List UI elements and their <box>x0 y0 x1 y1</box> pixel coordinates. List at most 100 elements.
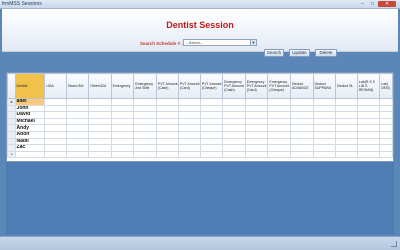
grid-cell[interactable] <box>44 117 67 126</box>
grid-cell[interactable] <box>335 98 358 106</box>
column-header[interactable]: PVT Amount (Cheque) <box>199 73 224 99</box>
grid-cell[interactable] <box>267 137 292 146</box>
grid-cell[interactable] <box>222 111 246 119</box>
table-row[interactable]: John <box>7 104 393 113</box>
grid-cell[interactable] <box>133 98 157 106</box>
row-header[interactable] <box>7 144 16 152</box>
grid-cell[interactable] <box>110 124 135 132</box>
grid-cell[interactable] <box>155 130 179 139</box>
grid-cell[interactable] <box>356 144 381 152</box>
grid-cell[interactable] <box>155 150 179 159</box>
grid-cell[interactable] <box>290 111 314 119</box>
table-row[interactable]: Andy <box>7 124 393 132</box>
resize-grip-icon[interactable] <box>391 241 397 247</box>
grid-cell[interactable] <box>110 117 135 126</box>
row-header[interactable] <box>7 137 16 146</box>
grid-cell[interactable] <box>88 104 112 113</box>
grid-cell[interactable] <box>267 144 292 152</box>
grid-cell[interactable] <box>88 137 112 146</box>
grid-cell[interactable] <box>312 117 337 126</box>
table-row[interactable]: ▸ adel <box>7 98 393 106</box>
column-header[interactable]: Emergency <box>110 73 135 99</box>
grid-cell[interactable] <box>44 137 67 146</box>
grid-cell[interactable] <box>110 111 135 119</box>
grid-cell[interactable] <box>88 111 112 119</box>
grid-cell[interactable] <box>290 104 314 113</box>
session-grid[interactable]: Dentist UDA DeanUDA OtherUDA Emergency Emerge… <box>6 72 394 162</box>
grid-cell[interactable] <box>267 124 292 132</box>
grid-cell[interactable] <box>44 130 67 139</box>
column-header[interactable]: Deduct SL <box>335 73 358 99</box>
row-header[interactable] <box>7 104 16 113</box>
grid-cell[interactable] <box>312 150 337 159</box>
dentist-cell[interactable]: John <box>14 104 46 113</box>
grid-cell[interactable] <box>379 137 393 146</box>
grid-cell[interactable] <box>379 130 393 139</box>
grid-cell[interactable] <box>44 111 67 119</box>
grid-cell[interactable] <box>379 150 393 159</box>
grid-cell[interactable] <box>312 111 337 119</box>
column-header[interactable]: UDA <box>44 73 67 99</box>
grid-cell[interactable] <box>177 117 201 126</box>
table-row[interactable]: Michael <box>7 117 393 126</box>
grid-cell[interactable] <box>335 124 358 132</box>
column-header[interactable]: Emergency PVT Amount (Cheque) <box>267 73 292 99</box>
grid-cell[interactable] <box>335 111 358 119</box>
grid-cell[interactable] <box>356 111 381 119</box>
grid-cell[interactable] <box>335 150 358 159</box>
grid-cell[interactable] <box>267 104 292 113</box>
grid-cell[interactable] <box>110 150 135 159</box>
grid-cell[interactable] <box>65 130 90 139</box>
grid-corner[interactable] <box>7 73 16 99</box>
grid-cell[interactable] <box>155 104 179 113</box>
grid-cell[interactable] <box>133 130 157 139</box>
row-header[interactable] <box>7 130 16 139</box>
grid-cell[interactable] <box>312 98 337 106</box>
grid-cell[interactable] <box>155 117 179 126</box>
grid-cell[interactable] <box>177 150 201 159</box>
grid-cell[interactable] <box>65 144 90 152</box>
grid-cell[interactable] <box>110 144 135 152</box>
grid-cell[interactable] <box>267 117 292 126</box>
grid-cell[interactable] <box>244 130 269 139</box>
grid-cell[interactable] <box>65 124 90 132</box>
grid-cell[interactable] <box>199 130 224 139</box>
grid-cell[interactable] <box>379 111 393 119</box>
grid-cell[interactable] <box>267 150 292 159</box>
dentist-cell[interactable]: Adolf <box>14 130 46 139</box>
grid-cell[interactable] <box>199 150 224 159</box>
grid-cell[interactable] <box>290 117 314 126</box>
grid-cell[interactable] <box>199 104 224 113</box>
dentist-cell[interactable]: Andy <box>14 124 46 132</box>
column-header[interactable]: Dentist <box>14 73 46 99</box>
grid-cell[interactable] <box>379 104 393 113</box>
grid-cell[interactable] <box>177 130 201 139</box>
grid-cell[interactable] <box>155 144 179 152</box>
grid-cell[interactable] <box>110 98 135 106</box>
grid-cell[interactable] <box>44 124 67 132</box>
grid-cell[interactable] <box>356 130 381 139</box>
grid-cell[interactable] <box>88 144 112 152</box>
grid-cell[interactable] <box>379 117 393 126</box>
grid-cell[interactable] <box>312 124 337 132</box>
grid-cell[interactable] <box>155 111 179 119</box>
dentist-cell[interactable]: Nabil <box>14 137 46 146</box>
grid-cell[interactable] <box>244 124 269 132</box>
table-row[interactable]: Nabil <box>7 137 393 146</box>
grid-cell[interactable] <box>199 117 224 126</box>
row-header[interactable] <box>7 117 16 126</box>
column-header[interactable]: Deduct SUPPARA <box>312 73 337 99</box>
grid-cell[interactable] <box>356 124 381 132</box>
grid-cell[interactable] <box>88 130 112 139</box>
grid-cell[interactable] <box>155 124 179 132</box>
grid-cell[interactable] <box>290 144 314 152</box>
grid-cell[interactable] <box>88 124 112 132</box>
grid-cell[interactable] <box>222 137 246 146</box>
grid-cell[interactable] <box>88 150 112 159</box>
grid-cell[interactable] <box>44 144 67 152</box>
table-row[interactable]: * <box>7 150 393 159</box>
grid-cell[interactable] <box>133 150 157 159</box>
grid-cell[interactable] <box>312 144 337 152</box>
grid-cell[interactable] <box>222 124 246 132</box>
grid-cell[interactable] <box>312 130 337 139</box>
